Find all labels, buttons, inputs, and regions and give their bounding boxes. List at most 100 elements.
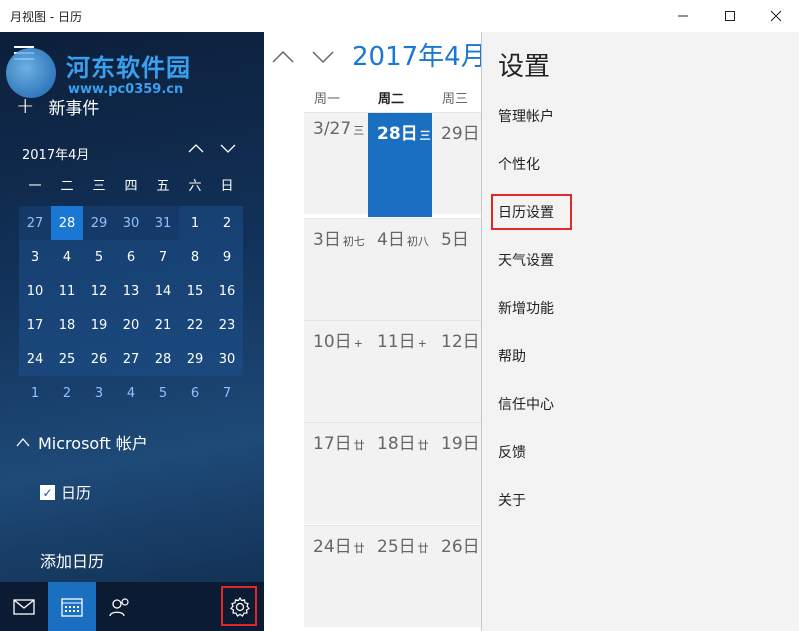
mini-day[interactable]: 5 xyxy=(147,376,179,410)
settings-item-weather-settings[interactable]: 天气设置 xyxy=(498,250,554,270)
mini-day[interactable]: 11 xyxy=(51,274,83,308)
mini-day[interactable]: 2 xyxy=(51,376,83,410)
maximize-button[interactable] xyxy=(707,0,753,32)
mini-day[interactable]: 29 xyxy=(83,206,115,240)
settings-item-trust-center[interactable]: 信任中心 xyxy=(498,394,554,414)
settings-item-whats-new[interactable]: 新增功能 xyxy=(498,298,554,318)
day-cell[interactable]: 26日 xyxy=(432,526,481,626)
settings-item-help[interactable]: 帮助 xyxy=(498,346,526,366)
day-number: 10日 xyxy=(313,332,352,352)
prev-month-button[interactable] xyxy=(272,48,294,69)
calendar-checkbox-item[interactable]: ✓ 日历 xyxy=(40,482,91,503)
mini-day[interactable]: 8 xyxy=(179,240,211,274)
mini-day[interactable]: 3 xyxy=(83,376,115,410)
day-cell[interactable]: 5日 xyxy=(432,219,481,319)
chevron-down-icon xyxy=(312,51,334,64)
mini-day[interactable]: 24 xyxy=(19,342,51,376)
settings-item-personalization[interactable]: 个性化 xyxy=(498,154,540,174)
mail-button[interactable] xyxy=(0,582,48,631)
lunar-date: + xyxy=(417,337,427,350)
mini-day[interactable]: 15 xyxy=(179,274,211,308)
mini-day[interactable]: 22 xyxy=(179,308,211,342)
mini-calendar-next-button[interactable] xyxy=(220,142,236,158)
mini-day[interactable]: 6 xyxy=(115,240,147,274)
day-cell[interactable]: 24日廿 xyxy=(304,526,368,626)
mini-day[interactable]: 10 xyxy=(19,274,51,308)
day-number: 29日 xyxy=(441,124,480,144)
mini-calendar-month[interactable]: 2017年4月 xyxy=(22,144,89,163)
people-button[interactable] xyxy=(96,582,144,631)
mini-day[interactable]: 25 xyxy=(51,342,83,376)
checkbox-checked-icon[interactable]: ✓ xyxy=(40,485,55,500)
mini-day[interactable]: 4 xyxy=(115,376,147,410)
day-cell[interactable]: 19日 xyxy=(432,423,481,523)
mini-day[interactable]: 18 xyxy=(51,308,83,342)
mini-day[interactable]: 9 xyxy=(211,240,243,274)
mini-day[interactable]: 4 xyxy=(51,240,83,274)
mini-day[interactable]: 6 xyxy=(179,376,211,410)
mini-day[interactable]: 14 xyxy=(147,274,179,308)
mini-calendar-prev-button[interactable] xyxy=(188,142,204,158)
day-cell-today[interactable]: 28日三 xyxy=(368,113,432,217)
settings-item-about[interactable]: 关于 xyxy=(498,490,526,510)
mini-day[interactable]: 7 xyxy=(211,376,243,410)
mini-day[interactable]: 7 xyxy=(147,240,179,274)
mini-day[interactable]: 2 xyxy=(211,206,243,240)
day-cell[interactable]: 17日廿 xyxy=(304,423,368,523)
settings-title: 设置 xyxy=(498,52,551,82)
mini-day[interactable]: 27 xyxy=(115,342,147,376)
day-cell[interactable]: 4日 初八 xyxy=(368,219,432,319)
lunar-date: 廿 xyxy=(353,542,365,555)
mini-day[interactable]: 28 xyxy=(147,342,179,376)
day-cell[interactable]: 11日 + xyxy=(368,321,432,421)
mini-day[interactable]: 1 xyxy=(19,376,51,410)
settings-item-feedback[interactable]: 反馈 xyxy=(498,442,526,462)
mini-day[interactable]: 31 xyxy=(147,206,179,240)
mini-day-selected[interactable]: 28 xyxy=(51,206,83,240)
week-row: 24日廿 25日廿 26日 xyxy=(304,525,481,627)
sidebar: 河东软件园 www.pc0359.cn + 新事件 2017年4月 一 二 三 … xyxy=(0,32,264,631)
close-button[interactable] xyxy=(753,0,799,32)
mini-day[interactable]: 29 xyxy=(179,342,211,376)
mini-day[interactable]: 1 xyxy=(179,206,211,240)
mini-day[interactable]: 30 xyxy=(115,206,147,240)
minimize-button[interactable] xyxy=(660,0,706,32)
mini-day[interactable]: 16 xyxy=(211,274,243,308)
account-label: Microsoft 帐户 xyxy=(38,434,148,453)
day-cell[interactable]: 3日 初七 xyxy=(304,219,368,319)
mini-day[interactable]: 13 xyxy=(115,274,147,308)
day-cell[interactable]: 25日廿 xyxy=(368,526,432,626)
new-event-button[interactable]: + 新事件 xyxy=(16,94,99,119)
mini-calendar-week: 17 18 19 20 21 22 23 xyxy=(19,308,243,342)
mini-calendar-week: 1 2 3 4 5 6 7 xyxy=(19,376,243,410)
weekday-label: 一 xyxy=(28,178,42,194)
mini-day[interactable]: 20 xyxy=(115,308,147,342)
next-month-button[interactable] xyxy=(312,48,334,69)
mini-day[interactable]: 12 xyxy=(83,274,115,308)
account-section-toggle[interactable]: Microsoft 帐户 xyxy=(16,430,148,454)
settings-panel: 设置 管理帐户 个性化 日历设置 天气设置 新增功能 帮助 信任中心 反馈 关于 xyxy=(481,32,799,631)
weekday-label: 四 xyxy=(124,178,138,194)
settings-item-manage-accounts[interactable]: 管理帐户 xyxy=(498,106,554,126)
mail-icon xyxy=(13,598,35,615)
day-cell[interactable]: 12日 xyxy=(432,321,481,421)
add-calendar-link[interactable]: 添加日历 xyxy=(40,548,104,572)
mini-day[interactable]: 3 xyxy=(19,240,51,274)
week-row: 3/27 三 28日三 29日 xyxy=(304,112,481,217)
mini-day[interactable]: 19 xyxy=(83,308,115,342)
mini-day[interactable]: 26 xyxy=(83,342,115,376)
mini-day[interactable]: 27 xyxy=(19,206,51,240)
day-cell[interactable]: 10日 + xyxy=(304,321,368,421)
mini-day[interactable]: 21 xyxy=(147,308,179,342)
mini-day[interactable]: 5 xyxy=(83,240,115,274)
day-number: 17日 xyxy=(313,434,352,454)
weekday-label: 日 xyxy=(220,178,234,194)
mini-day[interactable]: 23 xyxy=(211,308,243,342)
calendar-nav-button[interactable] xyxy=(48,582,96,631)
mini-calendar-weekdays: 一 二 三 四 五 六 日 xyxy=(19,172,243,206)
mini-day[interactable]: 17 xyxy=(19,308,51,342)
day-cell[interactable]: 29日 xyxy=(432,113,481,213)
day-cell[interactable]: 3/27 三 xyxy=(304,113,368,213)
mini-day[interactable]: 30 xyxy=(211,342,243,376)
day-cell[interactable]: 18日廿 xyxy=(368,423,432,523)
